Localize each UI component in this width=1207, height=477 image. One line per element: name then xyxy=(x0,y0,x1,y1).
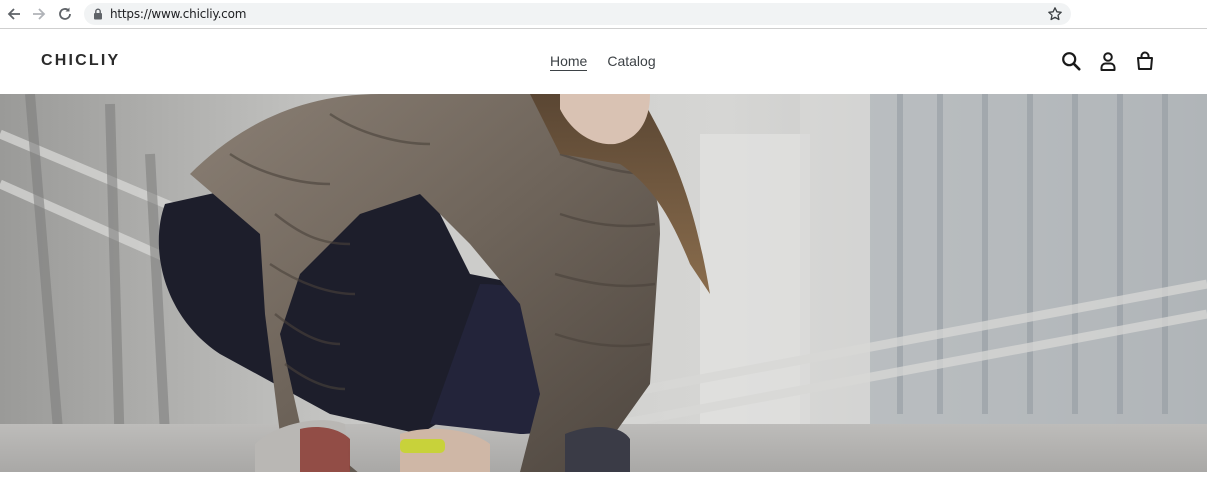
account-icon[interactable] xyxy=(1098,51,1118,71)
header-icons xyxy=(1061,51,1155,71)
site-header: CHICLIY Home Catalog xyxy=(0,30,1207,93)
address-bar[interactable]: https://www.chicliy.com xyxy=(84,3,1071,25)
forward-arrow-icon[interactable] xyxy=(30,5,48,23)
hero-image xyxy=(0,94,1207,472)
nav-link-catalog[interactable]: Catalog xyxy=(607,53,655,71)
site-logo[interactable]: CHICLIY xyxy=(41,52,120,70)
cart-icon[interactable] xyxy=(1135,51,1155,71)
lock-icon xyxy=(93,8,103,20)
search-icon[interactable] xyxy=(1061,51,1081,71)
bookmark-star-icon[interactable] xyxy=(1047,6,1063,22)
hero-banner xyxy=(0,94,1207,472)
main-nav: Home Catalog xyxy=(550,53,656,71)
reload-icon[interactable] xyxy=(56,5,74,23)
url-text: https://www.chicliy.com xyxy=(110,7,247,21)
back-arrow-icon[interactable] xyxy=(5,5,23,23)
browser-toolbar: https://www.chicliy.com xyxy=(0,0,1207,29)
nav-link-home[interactable]: Home xyxy=(550,53,588,71)
